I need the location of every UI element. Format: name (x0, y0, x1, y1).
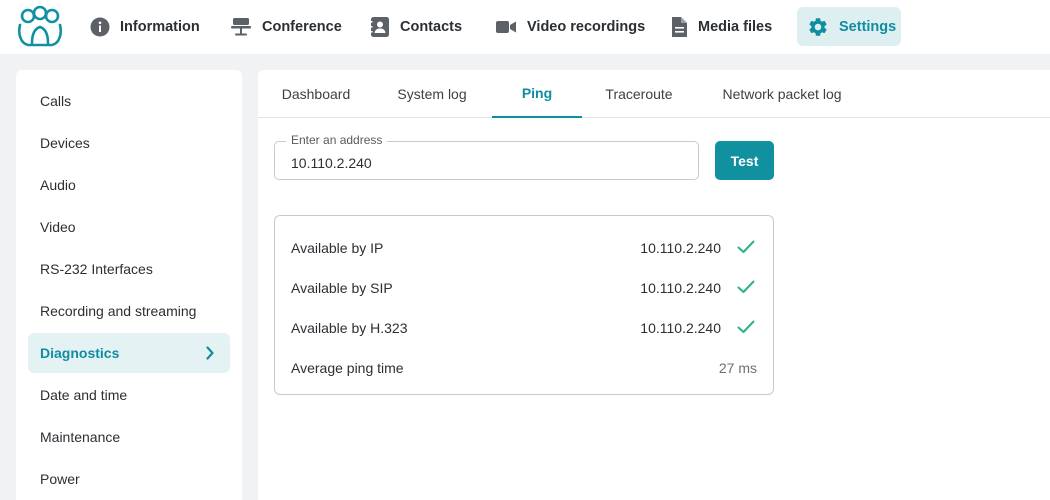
test-button[interactable]: Test (715, 141, 774, 180)
sidebar-item-audio[interactable]: Audio (28, 165, 230, 205)
sidebar-item-label: Recording and streaming (40, 303, 197, 319)
info-circle-icon (90, 17, 110, 36)
diagnostics-tabs: Dashboard System log Ping Traceroute Net… (258, 70, 1050, 118)
sidebar-item-label: Audio (40, 177, 76, 193)
result-value: 10.110.2.240 (640, 240, 721, 256)
nav-information[interactable]: Information (80, 7, 210, 46)
sidebar-item-power[interactable]: Power (28, 459, 230, 499)
sidebar-item-label: Calls (40, 93, 72, 109)
sidebar-item-recording-and-streaming[interactable]: Recording and streaming (28, 291, 230, 331)
sidebar-item-calls[interactable]: Calls (28, 81, 230, 121)
sidebar-item-date-and-time[interactable]: Date and time (28, 375, 230, 415)
sidebar-item-label: Date and time (40, 387, 128, 403)
nav-media-files-label: Media files (698, 18, 773, 35)
result-value: 27 ms (718, 360, 757, 376)
chevron-right-icon (206, 346, 214, 360)
tab-label: System log (397, 86, 467, 102)
sidebar-item-diagnostics[interactable]: Diagnostics (28, 333, 230, 373)
sidebar-item-label: Power (40, 471, 80, 487)
result-label: Average ping time (291, 360, 404, 376)
tab-label: Dashboard (281, 86, 351, 102)
nav-video-recordings[interactable]: Video recordings (485, 7, 655, 46)
settings-sidebar: Calls Devices Audio Video RS-232 Interfa… (16, 70, 242, 500)
nav-contacts[interactable]: Contacts (360, 7, 472, 46)
video-camera-icon (496, 20, 516, 33)
nav-information-label: Information (120, 18, 200, 35)
sidebar-item-devices[interactable]: Devices (28, 123, 230, 163)
sidebar-item-maintenance[interactable]: Maintenance (28, 417, 230, 457)
sidebar-item-video[interactable]: Video (28, 207, 230, 247)
nav-settings-label: Settings (839, 18, 897, 35)
tab-label: Network packet log (722, 86, 842, 102)
address-field: Enter an address (274, 133, 699, 180)
address-input[interactable] (275, 142, 698, 179)
nav-conference-label: Conference (262, 18, 342, 35)
result-label: Available by H.323 (291, 320, 408, 336)
ping-results-card: Available by IP 10.110.2.240 Available b… (274, 215, 774, 395)
result-value: 10.110.2.240 (640, 320, 721, 336)
sidebar-item-label: RS-232 Interfaces (40, 261, 153, 277)
tab-label: Traceroute (605, 86, 673, 102)
check-icon (737, 320, 755, 333)
sidebar-item-label: Maintenance (40, 429, 121, 445)
nav-contacts-label: Contacts (400, 18, 463, 35)
nav-settings[interactable]: Settings (797, 7, 901, 46)
sidebar-item-label: Video (40, 219, 76, 235)
gear-icon (809, 17, 827, 36)
tab-ping[interactable]: Ping (492, 70, 582, 118)
result-row-ip: Available by IP 10.110.2.240 (275, 228, 773, 268)
tab-dashboard[interactable]: Dashboard (274, 70, 358, 118)
nav-media-files[interactable]: Media files (660, 7, 782, 46)
nav-conference[interactable]: Conference (220, 7, 352, 46)
nav-video-recordings-label: Video recordings (527, 18, 646, 35)
tab-system-log[interactable]: System log (390, 70, 474, 118)
tab-traceroute[interactable]: Traceroute (600, 70, 678, 118)
result-row-h323: Available by H.323 10.110.2.240 (275, 308, 773, 348)
result-label: Available by SIP (291, 280, 393, 296)
result-row-average-ping: Average ping time 27 ms (275, 348, 773, 388)
sidebar-item-label: Diagnostics (40, 345, 120, 361)
check-icon (737, 240, 755, 253)
check-icon (737, 280, 755, 293)
conference-icon (231, 17, 251, 35)
tab-network-packet-log[interactable]: Network packet log (718, 70, 846, 118)
sidebar-item-rs232-interfaces[interactable]: RS-232 Interfaces (28, 249, 230, 289)
diagnostics-panel: Dashboard System log Ping Traceroute Net… (258, 70, 1050, 500)
document-icon (672, 16, 687, 37)
result-value: 10.110.2.240 (640, 280, 721, 296)
tab-label: Ping (521, 85, 553, 101)
people-logo-icon[interactable] (14, 5, 66, 49)
top-navigation-bar: Information Conference Contacts Video re… (0, 0, 1050, 54)
sidebar-item-label: Devices (40, 135, 90, 151)
contacts-icon (370, 16, 389, 37)
result-label: Available by IP (291, 240, 384, 256)
result-row-sip: Available by SIP 10.110.2.240 (275, 268, 773, 308)
